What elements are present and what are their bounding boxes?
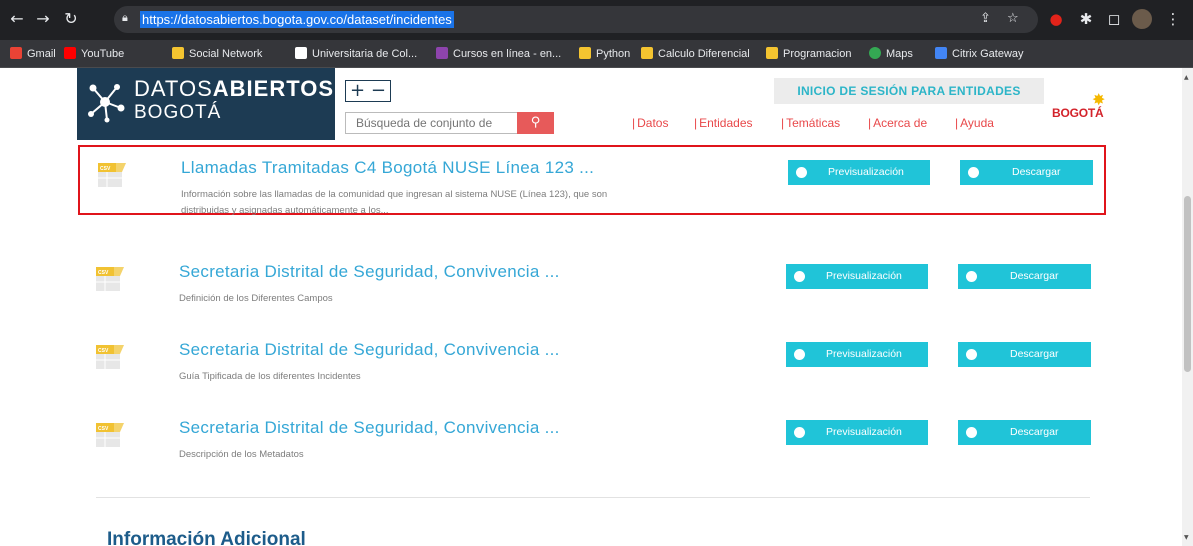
folder-icon xyxy=(172,47,184,59)
search-icon: ⚲ xyxy=(530,115,541,130)
extension-icon[interactable]: ● xyxy=(1046,9,1066,29)
resource-item: CSV Secretaria Distrital de Seguridad, C… xyxy=(78,251,1106,321)
sidepanel-icon[interactable]: ◻ xyxy=(1104,9,1124,29)
scroll-down-icon[interactable]: ▼ xyxy=(1184,534,1189,541)
bookmark-star-icon[interactable]: ☆ xyxy=(1007,11,1019,26)
citrix-icon xyxy=(935,47,947,59)
preview-button[interactable]: Previsualización xyxy=(786,420,928,445)
eye-icon xyxy=(794,349,805,360)
folder-icon xyxy=(579,47,591,59)
youtube-icon xyxy=(64,47,76,59)
additional-info-heading: Información Adicional xyxy=(107,529,306,546)
page-scrollbar[interactable]: ▲ ▼ xyxy=(1182,68,1193,546)
csv-format-label: CSV xyxy=(100,166,111,172)
eye-icon xyxy=(794,271,805,282)
download-icon xyxy=(966,271,977,282)
avatar[interactable] xyxy=(1132,9,1152,29)
bookmark-calculo[interactable]: Calculo Diferencial xyxy=(641,47,750,61)
search-input[interactable] xyxy=(346,113,518,133)
nav-tematicas[interactable]: Temáticas xyxy=(781,116,840,130)
csv-format-label: CSV xyxy=(98,270,109,276)
menu-icon[interactable]: ⋮ xyxy=(1163,9,1183,29)
site-logo[interactable]: DATOSABIERTOS BOGOTÁ xyxy=(77,68,335,140)
bookmark-maps[interactable]: Maps xyxy=(869,47,913,61)
logo-title: DATOSABIERTOS xyxy=(134,76,335,101)
logo-subtitle: BOGOTÁ xyxy=(134,102,222,123)
resource-title[interactable]: Llamadas Tramitadas C4 Bogotá NUSE Línea… xyxy=(181,158,594,178)
cursos-icon xyxy=(436,47,448,59)
resource-description: Información sobre las llamadas de la com… xyxy=(181,189,608,216)
share-icon[interactable]: ⇪ xyxy=(980,11,991,26)
gmail-icon xyxy=(10,47,22,59)
bookmark-programacion[interactable]: Programacion xyxy=(766,47,851,61)
nav-ayuda[interactable]: Ayuda xyxy=(955,116,994,130)
universitaria-icon xyxy=(295,47,307,59)
csv-file-icon: CSV xyxy=(96,423,124,447)
scroll-thumb[interactable] xyxy=(1184,196,1191,372)
eye-icon xyxy=(794,427,805,438)
resource-item: CSV Secretaria Distrital de Seguridad, C… xyxy=(78,329,1106,399)
search-button[interactable]: ⚲ xyxy=(517,112,554,134)
dataset-search: ⚲ xyxy=(345,112,554,134)
site-header: DATOSABIERTOS BOGOTÁ + − ⚲ INICIO DE SES… xyxy=(0,68,1182,140)
bookmark-gmail[interactable]: Gmail xyxy=(10,47,56,61)
resource-description: Guía Tipificada de los diferentes Incide… xyxy=(179,371,361,382)
back-icon[interactable]: ← xyxy=(6,8,28,30)
bookmark-youtube[interactable]: YouTube xyxy=(64,47,124,61)
download-icon xyxy=(968,167,979,178)
resource-title[interactable]: Secretaria Distrital de Seguridad, Convi… xyxy=(179,340,560,360)
page: DATOSABIERTOS BOGOTÁ + − ⚲ INICIO DE SES… xyxy=(0,68,1193,546)
download-button[interactable]: Descargar xyxy=(960,160,1093,185)
resource-title[interactable]: Secretaria Distrital de Seguridad, Convi… xyxy=(179,418,560,438)
download-button[interactable]: Descargar xyxy=(958,420,1091,445)
csv-file-icon: CSV xyxy=(98,163,126,187)
csv-file-icon: CSV xyxy=(96,267,124,291)
address-bar[interactable]: 🔒︎ https://datosabiertos.bogota.gov.co/d… xyxy=(114,6,1038,33)
login-entities-link[interactable]: INICIO DE SESIÓN PARA ENTIDADES xyxy=(774,78,1044,104)
font-size-control[interactable]: + − xyxy=(345,80,391,102)
eye-icon xyxy=(796,167,807,178)
url-text[interactable]: https://datosabiertos.bogota.gov.co/data… xyxy=(140,11,454,28)
csv-format-label: CSV xyxy=(98,348,109,354)
bookmarks-bar: Gmail YouTube Social Network Universitar… xyxy=(0,40,1193,68)
bookmark-cursos[interactable]: Cursos en línea - en... xyxy=(436,47,561,61)
resource-item: CSV Secretaria Distrital de Seguridad, C… xyxy=(78,407,1106,477)
section-divider xyxy=(96,497,1090,498)
folder-icon xyxy=(641,47,653,59)
bookmark-citrix[interactable]: Citrix Gateway xyxy=(935,47,1024,61)
folder-icon xyxy=(766,47,778,59)
csv-format-label: CSV xyxy=(98,426,109,432)
download-icon xyxy=(966,349,977,360)
bookmark-python[interactable]: Python xyxy=(579,47,630,61)
lock-icon: 🔒︎ xyxy=(122,12,128,24)
download-icon xyxy=(966,427,977,438)
csv-file-icon: CSV xyxy=(96,345,124,369)
nav-entidades[interactable]: Entidades xyxy=(694,116,752,130)
bookmark-universitaria[interactable]: Universitaria de Col... xyxy=(295,47,417,61)
preview-button[interactable]: Previsualización xyxy=(786,342,928,367)
bogota-city-logo[interactable]: BOGOTÁ xyxy=(1052,106,1104,120)
resource-title[interactable]: Secretaria Distrital de Seguridad, Convi… xyxy=(179,262,560,282)
browser-toolbar: ← → ↻ 🔒︎ https://datosabiertos.bogota.go… xyxy=(0,0,1193,40)
maps-icon xyxy=(869,47,881,59)
reload-icon[interactable]: ↻ xyxy=(60,8,82,30)
puzzle-icon[interactable]: ✱ xyxy=(1076,9,1096,29)
download-button[interactable]: Descargar xyxy=(958,264,1091,289)
preview-button[interactable]: Previsualización xyxy=(786,264,928,289)
resource-item: CSV Llamadas Tramitadas C4 Bogotá NUSE L… xyxy=(78,145,1106,216)
nav-acerca-de[interactable]: Acerca de xyxy=(868,116,927,130)
resource-description: Descripción de los Metadatos xyxy=(179,449,304,460)
datos-abiertos-logo-icon xyxy=(88,84,125,123)
download-button[interactable]: Descargar xyxy=(958,342,1091,367)
bookmark-social-network[interactable]: Social Network xyxy=(172,47,262,61)
resource-description: Definición de los Diferentes Campos xyxy=(179,293,333,304)
preview-button[interactable]: Previsualización xyxy=(788,160,930,185)
resource-list: CSV Llamadas Tramitadas C4 Bogotá NUSE L… xyxy=(0,140,1182,546)
scroll-up-icon[interactable]: ▲ xyxy=(1184,74,1189,81)
forward-icon[interactable]: → xyxy=(32,8,54,30)
nav-datos[interactable]: Datos xyxy=(632,116,668,130)
